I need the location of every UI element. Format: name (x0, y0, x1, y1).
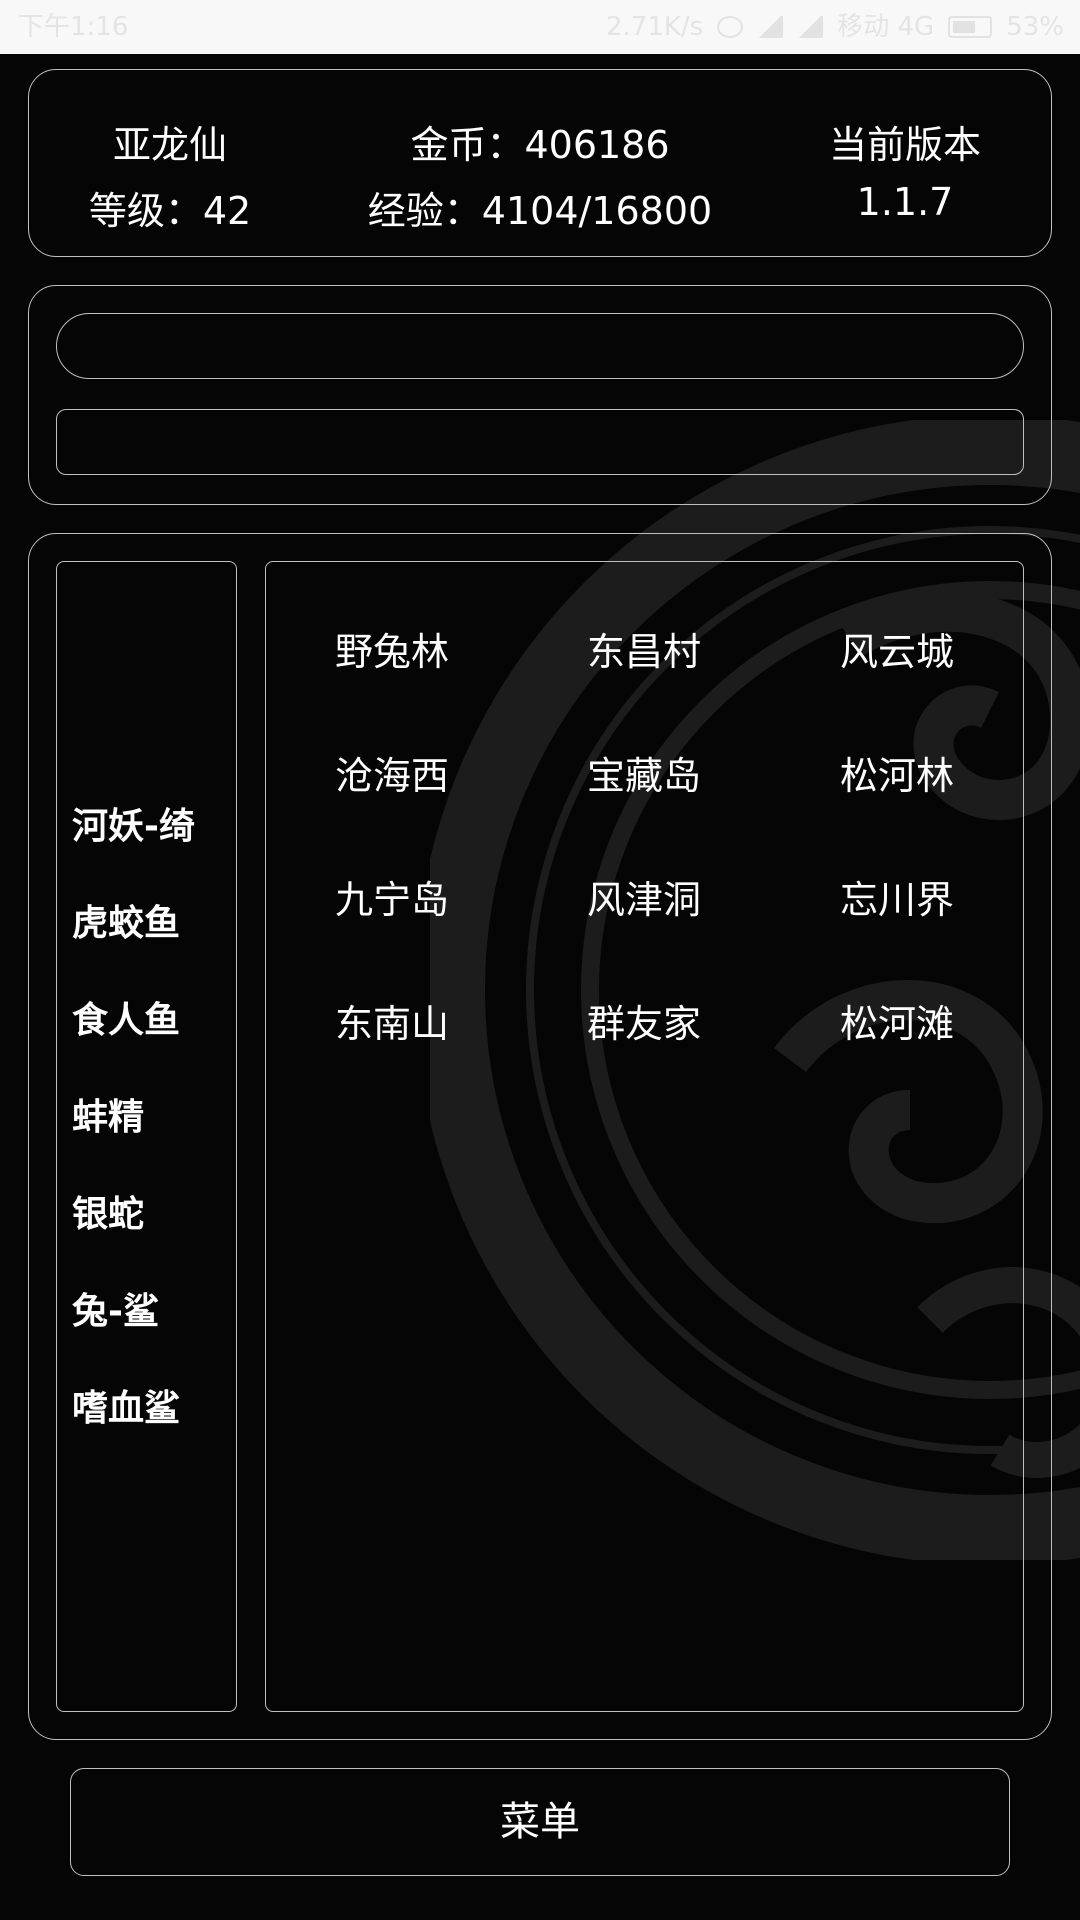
monster-item[interactable]: 食人鱼 (72, 991, 180, 1043)
menu-button[interactable]: 菜单 (70, 1768, 1010, 1876)
status-time: 下午1:16 (18, 12, 129, 42)
monster-item[interactable]: 河妖-绮 (72, 797, 195, 849)
monster-item[interactable]: 蚌精 (72, 1088, 144, 1140)
battery-percent: 53% (1006, 12, 1064, 42)
battery-icon (948, 16, 993, 38)
monster-item[interactable]: 嗜血鲨 (72, 1379, 180, 1431)
carrier-label: 移动 4G (837, 12, 935, 42)
location-item[interactable]: 群友家 (587, 993, 701, 1048)
location-item[interactable]: 宝藏岛 (587, 745, 701, 800)
message-field-1 (56, 313, 1024, 379)
message-field-2 (56, 409, 1024, 475)
status-right: 2.71K/s 移动 4G 53% (606, 0, 1064, 54)
monster-item[interactable]: 银蛇 (72, 1185, 144, 1237)
player-name: 亚龙仙 (112, 123, 227, 167)
location-item[interactable]: 松河滩 (840, 993, 954, 1048)
location-item[interactable]: 九宁岛 (335, 869, 449, 924)
location-item[interactable]: 忘川界 (840, 869, 954, 924)
location-item[interactable]: 松河林 (840, 745, 954, 800)
location-grid (265, 561, 1024, 1712)
monster-item[interactable]: 兔-鲨 (72, 1282, 159, 1334)
signal-icon (797, 16, 824, 38)
player-level: 等级：42 (88, 189, 252, 233)
location-item[interactable]: 野兔林 (335, 621, 449, 676)
wifi-icon (757, 16, 784, 38)
location-item[interactable]: 沧海西 (335, 745, 449, 800)
version-number: 1.1.7 (856, 180, 954, 224)
location-item[interactable]: 风云城 (840, 621, 954, 676)
net-speed: 2.71K/s (605, 12, 704, 42)
monster-item[interactable]: 虎蛟鱼 (72, 894, 180, 946)
location-item[interactable]: 东昌村 (587, 621, 701, 676)
location-item[interactable]: 东南山 (335, 993, 449, 1048)
status-bar: 下午1:16 2.71K/s 移动 4G 53% (0, 0, 1080, 54)
player-exp: 经验：4104/16800 (367, 189, 713, 233)
location-item[interactable]: 风津洞 (587, 869, 701, 924)
player-gold: 金币：406186 (410, 123, 670, 167)
version-label: 当前版本 (828, 123, 981, 167)
alarm-icon (717, 16, 744, 38)
